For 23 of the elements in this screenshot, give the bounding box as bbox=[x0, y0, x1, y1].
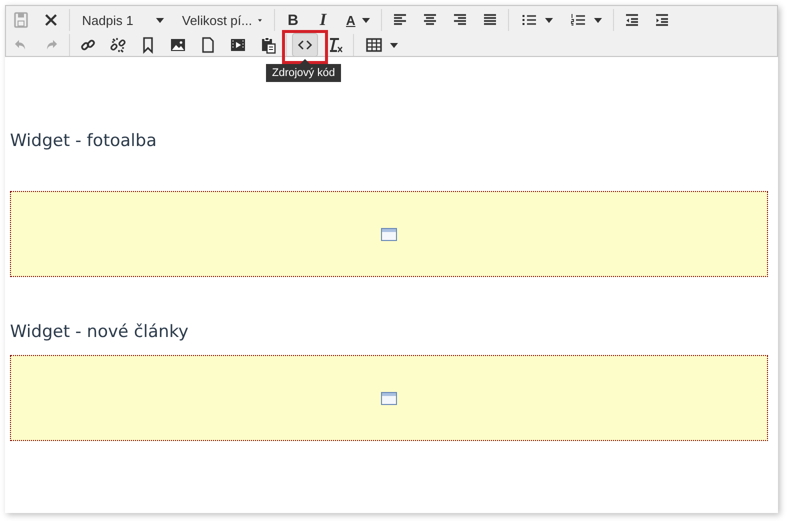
image-icon bbox=[169, 36, 187, 54]
heading: Widget - fotoalba bbox=[10, 131, 158, 151]
tooltip: Zdrojový kód bbox=[266, 64, 341, 82]
save-icon bbox=[12, 11, 30, 29]
window-icon bbox=[381, 228, 397, 240]
italic-button[interactable]: I bbox=[310, 8, 336, 32]
dropdown[interactable]: Velikost pí... bbox=[175, 8, 269, 32]
heading: Widget - nové články bbox=[10, 322, 190, 342]
caret-icon bbox=[545, 18, 554, 22]
bold-button[interactable]: B bbox=[280, 8, 306, 32]
window-icon bbox=[381, 392, 397, 404]
code-button[interactable] bbox=[292, 33, 318, 57]
unlink-icon bbox=[109, 36, 127, 54]
caret-icon bbox=[362, 18, 370, 22]
clipboard-icon bbox=[259, 36, 277, 54]
caret-icon bbox=[258, 18, 262, 22]
media-icon bbox=[229, 36, 247, 54]
dropdown[interactable]: Nadpis 1 bbox=[75, 8, 171, 32]
table-icon bbox=[365, 36, 383, 54]
caret-icon bbox=[390, 42, 398, 48]
caret-icon bbox=[594, 18, 602, 22]
text-color-button[interactable]: A bbox=[340, 8, 376, 32]
caret-icon bbox=[156, 18, 164, 22]
